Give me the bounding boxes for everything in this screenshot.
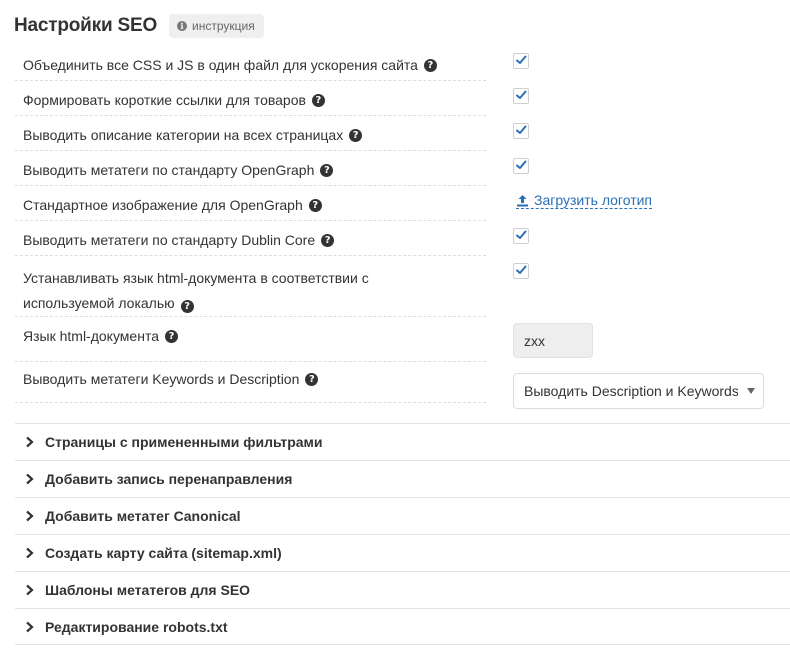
setting-row-category-description: Выводить описание категории на всех стра… <box>15 121 790 151</box>
setting-row-html-lang: Язык html-документа? zxx <box>15 318 790 362</box>
page-header: Настройки SEO i инструкция <box>14 12 264 40</box>
section-add-canonical[interactable]: Добавить метатег Canonical <box>15 497 790 534</box>
question-circle-icon[interactable]: ? <box>423 58 437 72</box>
page-title: Настройки SEO <box>14 15 158 36</box>
setting-label-cell: Выводить метатеги по стандарту OpenGraph… <box>15 156 486 186</box>
instruction-label: инструкция <box>192 19 255 33</box>
info-circle-icon: i <box>177 21 188 31</box>
setting-label-cell: Формировать короткие ссылки для товаров? <box>15 86 486 116</box>
dublin-core-checkbox[interactable] <box>513 228 529 244</box>
chevron-right-icon <box>25 473 34 485</box>
setting-label: Стандартное изображение для OpenGraph <box>23 197 303 213</box>
setting-label: Формировать короткие ссылки для товаров <box>23 92 306 108</box>
select-value: Выводить Description и Keywords <box>524 383 738 399</box>
upload-logo-link[interactable]: Загрузить логотип <box>516 192 653 209</box>
question-circle-icon[interactable]: ? <box>164 330 178 343</box>
setting-label-cell: Выводить метатеги Keywords и Description… <box>15 363 486 403</box>
setting-label: Язык html-документа <box>23 328 159 344</box>
combine-css-js-checkbox[interactable] <box>513 53 529 69</box>
section-robots-txt[interactable]: Редактирование robots.txt <box>15 608 790 645</box>
setting-label-cell: Стандартное изображение для OpenGraph? <box>15 191 486 221</box>
question-circle-icon[interactable]: ? <box>320 164 334 177</box>
setting-label-cell: Выводить описание категории на всех стра… <box>15 121 486 151</box>
setting-label-line1: Устанавливать язык html-документа в соот… <box>23 270 369 286</box>
setting-label: Выводить метатеги Keywords и Description <box>23 371 300 387</box>
html-lang-locale-checkbox[interactable] <box>513 263 529 279</box>
section-title: Добавить запись перенаправления <box>45 471 293 487</box>
question-circle-icon[interactable]: ? <box>349 129 363 142</box>
section-add-redirect[interactable]: Добавить запись перенаправления <box>15 460 790 497</box>
section-title: Шаблоны метатегов для SEO <box>45 582 251 598</box>
html-lang-input[interactable]: zxx <box>513 323 593 358</box>
opengraph-checkbox[interactable] <box>513 158 529 174</box>
upload-logo-label: Загрузить логотип <box>534 192 653 208</box>
chevron-right-icon <box>25 510 34 522</box>
section-filtered-pages[interactable]: Страницы с примененными фильтрами <box>15 423 790 460</box>
short-links-checkbox[interactable] <box>513 88 529 104</box>
upload-icon <box>517 195 528 207</box>
setting-label: Выводить метатеги по стандарту OpenGraph <box>23 162 315 178</box>
setting-label-cell: Выводить метатеги по стандарту Dublin Co… <box>15 226 486 256</box>
setting-label-cell: Объединить все CSS и JS в один файл для … <box>15 50 486 81</box>
section-title: Редактирование robots.txt <box>45 618 228 635</box>
question-circle-icon[interactable]: ? <box>180 300 194 313</box>
section-title: Страницы с примененными фильтрами <box>45 434 323 450</box>
chevron-right-icon <box>25 584 34 596</box>
section-meta-templates[interactable]: Шаблоны метатегов для SEO <box>15 571 790 608</box>
caret-down-icon <box>747 388 755 394</box>
seo-sections-accordion: Страницы с примененными фильтрами Добави… <box>15 423 790 645</box>
chevron-right-icon <box>25 621 34 633</box>
section-title: Добавить метатег Canonical <box>45 508 241 524</box>
instruction-button[interactable]: i инструкция <box>169 14 264 38</box>
setting-label-line2: используемой локалью <box>23 295 175 311</box>
setting-label-cell: Устанавливать язык html-документа в соот… <box>15 261 486 317</box>
category-description-checkbox[interactable] <box>513 123 529 139</box>
setting-row-combine-css-js: Объединить все CSS и JS в один файл для … <box>15 50 790 81</box>
setting-row-keywords-description: Выводить метатеги Keywords и Description… <box>15 363 790 409</box>
setting-row-html-lang-locale: Устанавливать язык html-документа в соот… <box>15 261 790 317</box>
setting-label: Выводить метатеги по стандарту Dublin Co… <box>23 232 316 248</box>
question-circle-icon[interactable]: ? <box>305 373 319 386</box>
chevron-right-icon <box>25 547 34 559</box>
chevron-right-icon <box>25 436 34 448</box>
section-sitemap[interactable]: Создать карту сайта (sitemap.xml) <box>15 534 790 571</box>
setting-row-opengraph: Выводить метатеги по стандарту OpenGraph… <box>15 156 790 186</box>
keywords-description-select[interactable]: Выводить Description и Keywords <box>513 373 764 409</box>
setting-row-dublin-core: Выводить метатеги по стандарту Dublin Co… <box>15 226 790 256</box>
question-circle-icon[interactable]: ? <box>321 234 335 247</box>
setting-row-opengraph-image: Стандартное изображение для OpenGraph? З… <box>15 191 790 221</box>
question-circle-icon[interactable]: ? <box>311 94 325 107</box>
question-circle-icon[interactable]: ? <box>308 199 322 212</box>
setting-label: Объединить все CSS и JS в один файл для … <box>23 56 418 73</box>
setting-row-short-links: Формировать короткие ссылки для товаров? <box>15 86 790 116</box>
section-title: Создать карту сайта (sitemap.xml) <box>45 545 282 561</box>
setting-label: Выводить описание категории на всех стра… <box>23 127 344 143</box>
setting-label-cell: Язык html-документа? <box>15 318 486 362</box>
